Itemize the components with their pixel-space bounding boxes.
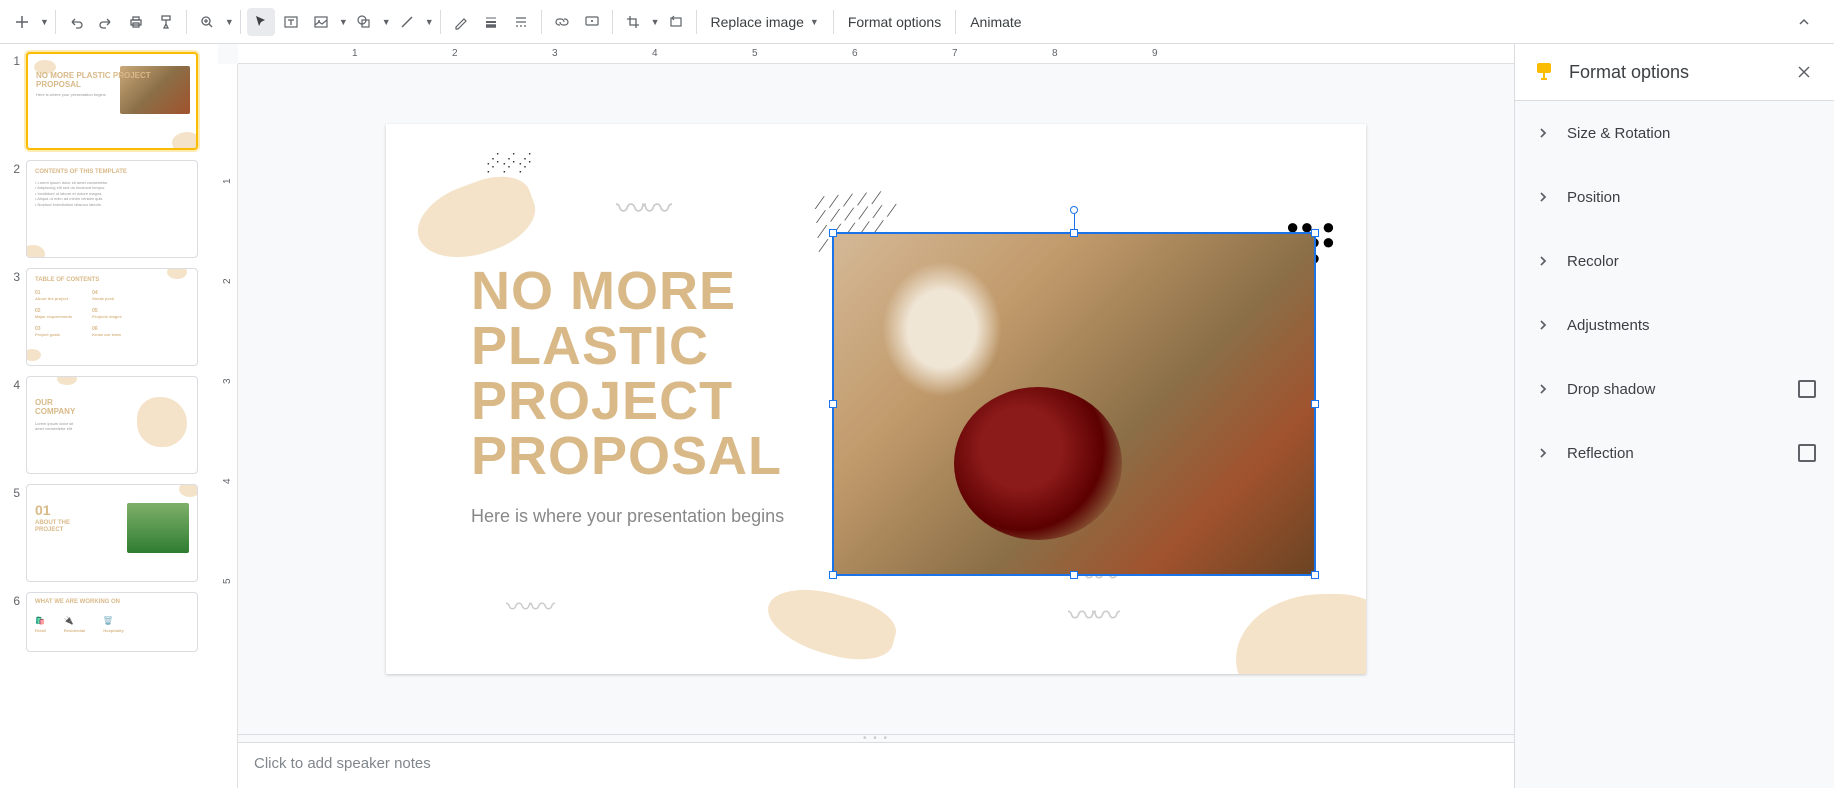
recolor-section[interactable]: Recolor [1515, 229, 1834, 293]
selected-image[interactable] [834, 234, 1314, 574]
decorative-blob [1236, 594, 1366, 674]
chevron-right-icon [1533, 187, 1553, 207]
reset-image-button[interactable] [662, 8, 690, 36]
slide-thumbnail-5[interactable]: 01 ABOUT THEPROJECT [26, 484, 198, 582]
slide-subtitle[interactable]: Here is where your presentation begins [471, 506, 784, 527]
decorative-wave: 〰〰 [616, 184, 668, 228]
comment-button[interactable] [578, 8, 606, 36]
resize-handle-ne[interactable] [1311, 229, 1319, 237]
border-dash-button[interactable] [507, 8, 535, 36]
zoom-button[interactable] [193, 8, 221, 36]
slide-title[interactable]: NO MORE PLASTIC PROJECT PROPOSAL [471, 264, 782, 484]
format-options-panel: Format options Size & Rotation Position … [1514, 44, 1834, 788]
slide-number: 2 [4, 160, 20, 258]
reflection-checkbox[interactable] [1798, 444, 1816, 462]
textbox-tool[interactable] [277, 8, 305, 36]
print-button[interactable] [122, 8, 150, 36]
decorative-dots: ⋰⋰⋰⋰⋰⋰ [486, 154, 534, 171]
collapse-toolbar-button[interactable] [1790, 8, 1818, 36]
zoom-dropdown[interactable]: ▼ [225, 17, 234, 27]
position-section[interactable]: Position [1515, 165, 1834, 229]
rotate-handle[interactable] [1070, 206, 1078, 214]
resize-handle-sw[interactable] [829, 571, 837, 579]
image-tool[interactable] [307, 8, 335, 36]
new-slide-button[interactable] [8, 8, 36, 36]
crop-dropdown[interactable]: ▼ [651, 17, 660, 27]
adjustments-section[interactable]: Adjustments [1515, 293, 1834, 357]
canvas-area: 1 2 3 4 5 6 7 8 9 1 2 3 4 5 [218, 44, 1514, 788]
shape-dropdown[interactable]: ▼ [382, 17, 391, 27]
border-weight-button[interactable] [477, 8, 505, 36]
drop-shadow-section[interactable]: Drop shadow [1515, 357, 1834, 421]
close-sidebar-button[interactable] [1792, 60, 1816, 84]
vertical-ruler[interactable]: 1 2 3 4 5 [218, 64, 238, 788]
chevron-right-icon [1533, 379, 1553, 399]
slide-thumbnail-3[interactable]: TABLE OF CONTENTS 01About the project02M… [26, 268, 198, 366]
line-tool[interactable] [393, 8, 421, 36]
link-button[interactable] [548, 8, 576, 36]
slide-thumbnail-4[interactable]: OURCOMPANY Lorem ipsum dolor sitamet con… [26, 376, 198, 474]
horizontal-ruler[interactable]: 1 2 3 4 5 6 7 8 9 [238, 44, 1514, 64]
animate-label: Animate [970, 14, 1021, 30]
decorative-wave: 〰〰 [506, 587, 552, 624]
replace-image-label: Replace image [711, 14, 804, 30]
decorative-blob [760, 578, 901, 670]
slide-image [834, 234, 1314, 574]
resize-handle-s[interactable] [1070, 571, 1078, 579]
crop-button[interactable] [619, 8, 647, 36]
slide-thumbnail-6[interactable]: WHAT WE ARE WORKING ON 🛍️Retail 🔌Residen… [26, 592, 198, 652]
decorative-blob [408, 166, 545, 273]
resize-handle-nw[interactable] [829, 229, 837, 237]
new-slide-dropdown[interactable]: ▼ [40, 17, 49, 27]
undo-button[interactable] [62, 8, 90, 36]
format-options-icon [1533, 61, 1555, 83]
format-options-button[interactable]: Format options [840, 8, 949, 36]
slide-number: 6 [4, 592, 20, 652]
slide-thumbnail-2[interactable]: CONTENTS OF THIS TEMPLATE • Lorem ipsum … [26, 160, 198, 258]
chevron-right-icon [1533, 123, 1553, 143]
slide-number: 1 [4, 52, 20, 150]
shape-tool[interactable] [350, 8, 378, 36]
chevron-right-icon [1533, 251, 1553, 271]
slide-number: 5 [4, 484, 20, 582]
filmstrip[interactable]: 1 NO MORE PLASTIC PROJECT PROPOSAL Here … [0, 44, 218, 788]
slide-number: 4 [4, 376, 20, 474]
drop-shadow-checkbox[interactable] [1798, 380, 1816, 398]
replace-image-button[interactable]: Replace image▼ [703, 8, 827, 36]
select-tool[interactable] [247, 8, 275, 36]
slide-thumbnail-1[interactable]: NO MORE PLASTIC PROJECT PROPOSAL Here is… [26, 52, 198, 150]
notes-resize-handle[interactable] [238, 734, 1514, 742]
resize-handle-w[interactable] [829, 400, 837, 408]
paint-format-button[interactable] [152, 8, 180, 36]
reflection-section[interactable]: Reflection [1515, 421, 1834, 485]
border-color-button[interactable] [447, 8, 475, 36]
format-options-label: Format options [848, 14, 941, 30]
toolbar: ▼ ▼ ▼ ▼ ▼ ▼ Replace image▼ Format option… [0, 0, 1834, 44]
image-dropdown[interactable]: ▼ [339, 17, 348, 27]
resize-handle-e[interactable] [1311, 400, 1319, 408]
line-dropdown[interactable]: ▼ [425, 17, 434, 27]
slide-number: 3 [4, 268, 20, 366]
speaker-notes[interactable]: Click to add speaker notes [238, 742, 1514, 788]
chevron-right-icon [1533, 443, 1553, 463]
resize-handle-se[interactable] [1311, 571, 1319, 579]
sidebar-title: Format options [1569, 62, 1778, 83]
chevron-right-icon [1533, 315, 1553, 335]
animate-button[interactable]: Animate [962, 8, 1029, 36]
size-rotation-section[interactable]: Size & Rotation [1515, 101, 1834, 165]
resize-handle-n[interactable] [1070, 229, 1078, 237]
slide-canvas[interactable]: 〰〰 〰〰〰〰 〰〰 ⋰⋰⋰⋰⋰⋰ ⟋⟋⟋⟋⟋⟋⟋⟋⟋⟋⟋⟋⟋⟋⟋⟋⟋⟋⟋⟋ ●… [386, 124, 1366, 674]
redo-button[interactable] [92, 8, 120, 36]
